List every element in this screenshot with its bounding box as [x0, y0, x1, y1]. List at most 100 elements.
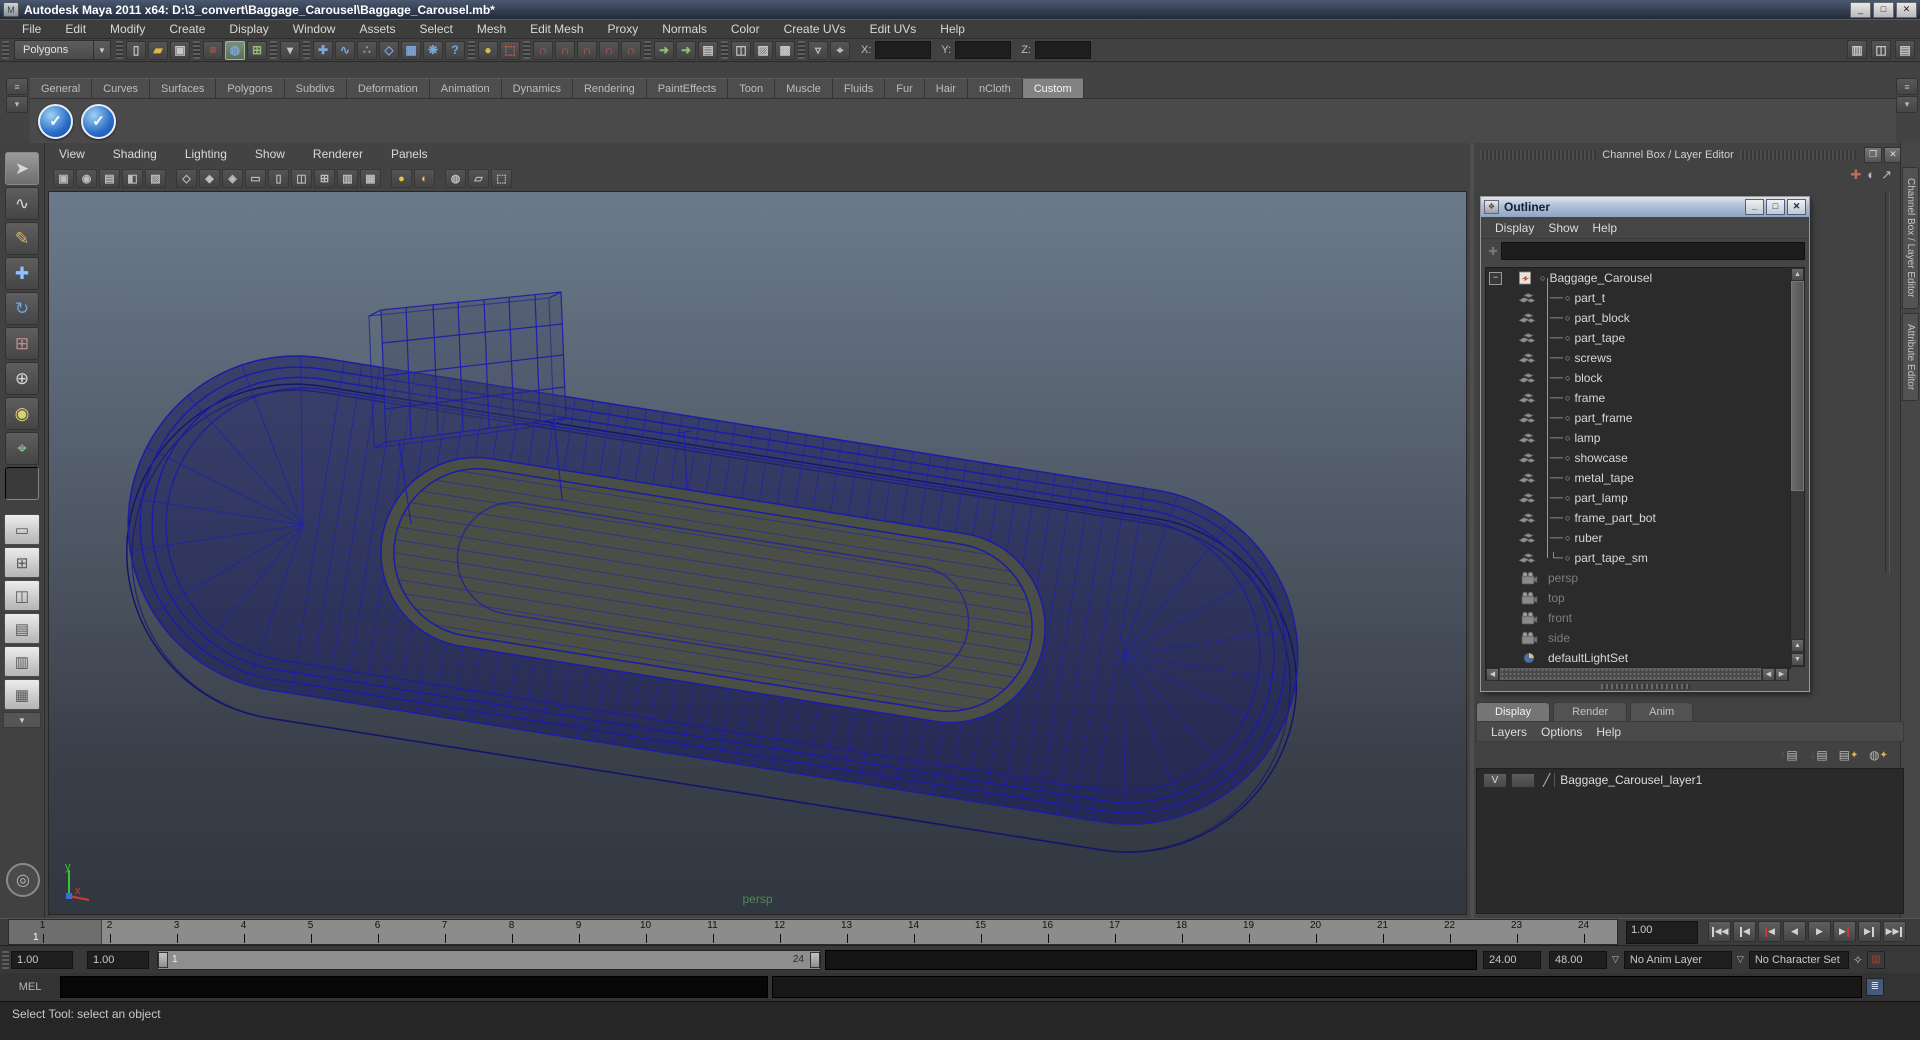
create-empty-layer-icon[interactable]: ▤ ✦ — [1838, 746, 1860, 764]
tree-row[interactable]: ── ○ showcase — [1486, 448, 1790, 468]
step-forward-key-button[interactable]: ▶ — [1858, 921, 1881, 942]
animation-end-field[interactable]: 48.00 — [1549, 950, 1607, 969]
layout-persp-outliner-button[interactable]: ◫ — [4, 580, 40, 611]
range-grip[interactable] — [2, 950, 9, 969]
node-label[interactable]: screws — [1574, 351, 1611, 365]
sync-selection-dropdown-icon[interactable]: ▿ — [808, 40, 828, 60]
chevron-down-icon[interactable]: ▽ — [1737, 954, 1744, 965]
layers-menu[interactable]: Layers — [1491, 725, 1527, 739]
playback-start-field[interactable]: 1.00 — [87, 950, 149, 969]
tree-row-root[interactable]: − ○ Baggage_Carousel — [1486, 268, 1790, 288]
camera-attributes-icon[interactable]: ▤ — [99, 169, 120, 188]
current-time-field[interactable]: 1.00 — [1626, 921, 1698, 944]
hscrollbar-thumb[interactable] — [1500, 668, 1761, 680]
collapse-icon[interactable]: − — [1489, 271, 1502, 285]
outliner-menu-display[interactable]: Display — [1495, 221, 1534, 235]
universal-manipulator-tool[interactable]: ⊕ — [5, 362, 39, 395]
scale-tool[interactable]: ⊞ — [5, 327, 39, 360]
y-coord-input[interactable] — [955, 41, 1012, 59]
magnet-snap-grid-icon[interactable]: ∩ — [533, 40, 553, 60]
channel-manip-icon[interactable]: ✚ — [1850, 167, 1861, 183]
step-back-key-button[interactable]: ◀ — [1733, 921, 1756, 942]
tree-row[interactable]: ── ○ part_tape — [1486, 328, 1790, 348]
node-label[interactable]: frame_part_bot — [1574, 511, 1655, 525]
layer-help-menu[interactable]: Help — [1596, 725, 1621, 739]
separator-grip[interactable] — [193, 41, 200, 59]
bookmark-icon[interactable]: ◧ — [122, 169, 143, 188]
separator-grip[interactable] — [798, 41, 805, 59]
selection-mask-dropdown-icon[interactable]: ▾ — [280, 40, 300, 60]
node-label[interactable]: top — [1548, 591, 1565, 605]
outliner-resize-handle[interactable] — [1601, 684, 1691, 689]
auto-keyframe-icon[interactable]: ✧ — [1853, 953, 1863, 967]
scroll-down-icon[interactable]: ▼ — [1791, 653, 1804, 666]
panel-drag-handle[interactable] — [1480, 150, 1597, 160]
range-end-handle[interactable] — [810, 951, 820, 968]
xray-icon[interactable]: ▱ — [468, 169, 489, 188]
snap-to-projected-center-icon[interactable]: ◇ — [379, 40, 399, 60]
tree-row[interactable]: ── ○ block — [1486, 368, 1790, 388]
menu-window[interactable]: Window — [281, 22, 348, 36]
layout-persp-graph-button[interactable]: ▤ — [4, 613, 40, 644]
ipr-render-icon[interactable]: ▩ — [775, 40, 795, 60]
menu-edit-uvs[interactable]: Edit UVs — [858, 22, 929, 36]
show-channel-box-icon[interactable]: ▥ — [1847, 40, 1867, 59]
shelf-tab-subdivs[interactable]: Subdivs — [284, 78, 347, 98]
scroll-right-icon[interactable]: ▶ — [1775, 668, 1788, 681]
tree-row[interactable]: ── ○ part_frame — [1486, 408, 1790, 428]
node-label[interactable]: block — [1574, 371, 1602, 385]
tree-row[interactable]: ── ○ frame — [1486, 388, 1790, 408]
separator-grip[interactable] — [721, 41, 728, 59]
outliner-close-icon[interactable]: ✕ — [1787, 199, 1806, 215]
layer-display-type-icon[interactable]: ╱ — [1543, 773, 1550, 787]
menu-select[interactable]: Select — [407, 22, 464, 36]
panel-menu-renderer[interactable]: Renderer — [313, 147, 363, 161]
tree-row-camera[interactable]: top — [1486, 588, 1790, 608]
statusline-grip[interactable] — [2, 41, 9, 59]
separator-grip[interactable] — [523, 41, 530, 59]
outliner-minimize-icon[interactable]: _ — [1745, 199, 1764, 215]
node-label[interactable]: frame — [1574, 391, 1605, 405]
create-layer-from-selected-icon[interactable]: ◍ ✦ — [1868, 746, 1890, 764]
shelf-tab-fluids[interactable]: Fluids — [832, 78, 886, 98]
menu-proxy[interactable]: Proxy — [596, 22, 651, 36]
node-label[interactable]: defaultLightSet — [1548, 651, 1628, 665]
move-layer-down-icon[interactable]: ↓ ▤ — [1808, 746, 1830, 764]
layer-list[interactable]: V ╱ Baggage_Carousel_layer1 — [1476, 768, 1904, 914]
tab-attribute-editor[interactable]: Attribute Editor — [1902, 312, 1919, 401]
outliner-titlebar[interactable]: ❖ Outliner _ □ ✕ — [1481, 197, 1809, 217]
outliner-horizontal-scrollbar[interactable]: ◀ ◀ ▶ — [1485, 667, 1789, 681]
absolute-relative-icon[interactable]: ⌖ — [830, 40, 850, 60]
scroll-up2-icon[interactable]: ▲ — [1791, 639, 1804, 652]
range-bar-track[interactable] — [825, 949, 1477, 970]
magnet-snap-plane-icon[interactable]: ∩ — [599, 40, 619, 60]
outliner-search-input[interactable] — [1501, 242, 1805, 260]
menu-mesh[interactable]: Mesh — [465, 22, 518, 36]
shelf-tab-general[interactable]: General — [30, 78, 93, 98]
node-label[interactable]: metal_tape — [1574, 471, 1633, 485]
shadows-icon[interactable]: ◐ — [414, 169, 435, 188]
use-all-lights-icon[interactable]: ● — [391, 169, 412, 188]
command-language-label[interactable]: MEL — [0, 981, 60, 993]
show-tool-settings-icon[interactable]: ◫ — [1871, 40, 1891, 59]
playback-range-bar[interactable]: 1 24 — [157, 949, 821, 970]
isolate-select-icon[interactable]: ⬚ — [491, 169, 512, 188]
node-label[interactable]: part_lamp — [1574, 491, 1627, 505]
snap-to-view-planes-icon[interactable]: ▦ — [401, 40, 421, 60]
panel-menu-lighting[interactable]: Lighting — [185, 147, 227, 161]
layout-hypershade-persp-button[interactable]: ▥ — [4, 646, 40, 677]
node-label[interactable]: Baggage_Carousel — [1549, 271, 1652, 285]
shelf-tab-animation[interactable]: Animation — [429, 78, 502, 98]
close-button[interactable]: ✕ — [1896, 2, 1917, 18]
highlight-selection-icon[interactable]: ⬚ — [500, 40, 520, 60]
shelf-menu-icon[interactable]: ▾ — [6, 96, 28, 113]
tree-row[interactable]: ── ○ ruber — [1486, 528, 1790, 548]
node-label[interactable]: side — [1548, 631, 1570, 645]
select-camera-icon[interactable]: ▣ — [53, 169, 74, 188]
play-forwards-button[interactable]: ▶ — [1808, 921, 1831, 942]
safe-title-icon[interactable]: ▦ — [360, 169, 381, 188]
shelf-tab-polygons[interactable]: Polygons — [216, 78, 285, 98]
tree-row-camera[interactable]: side — [1486, 628, 1790, 648]
panel-menu-shading[interactable]: Shading — [113, 147, 157, 161]
shaded-mode-icon[interactable]: ◆ — [199, 169, 220, 188]
